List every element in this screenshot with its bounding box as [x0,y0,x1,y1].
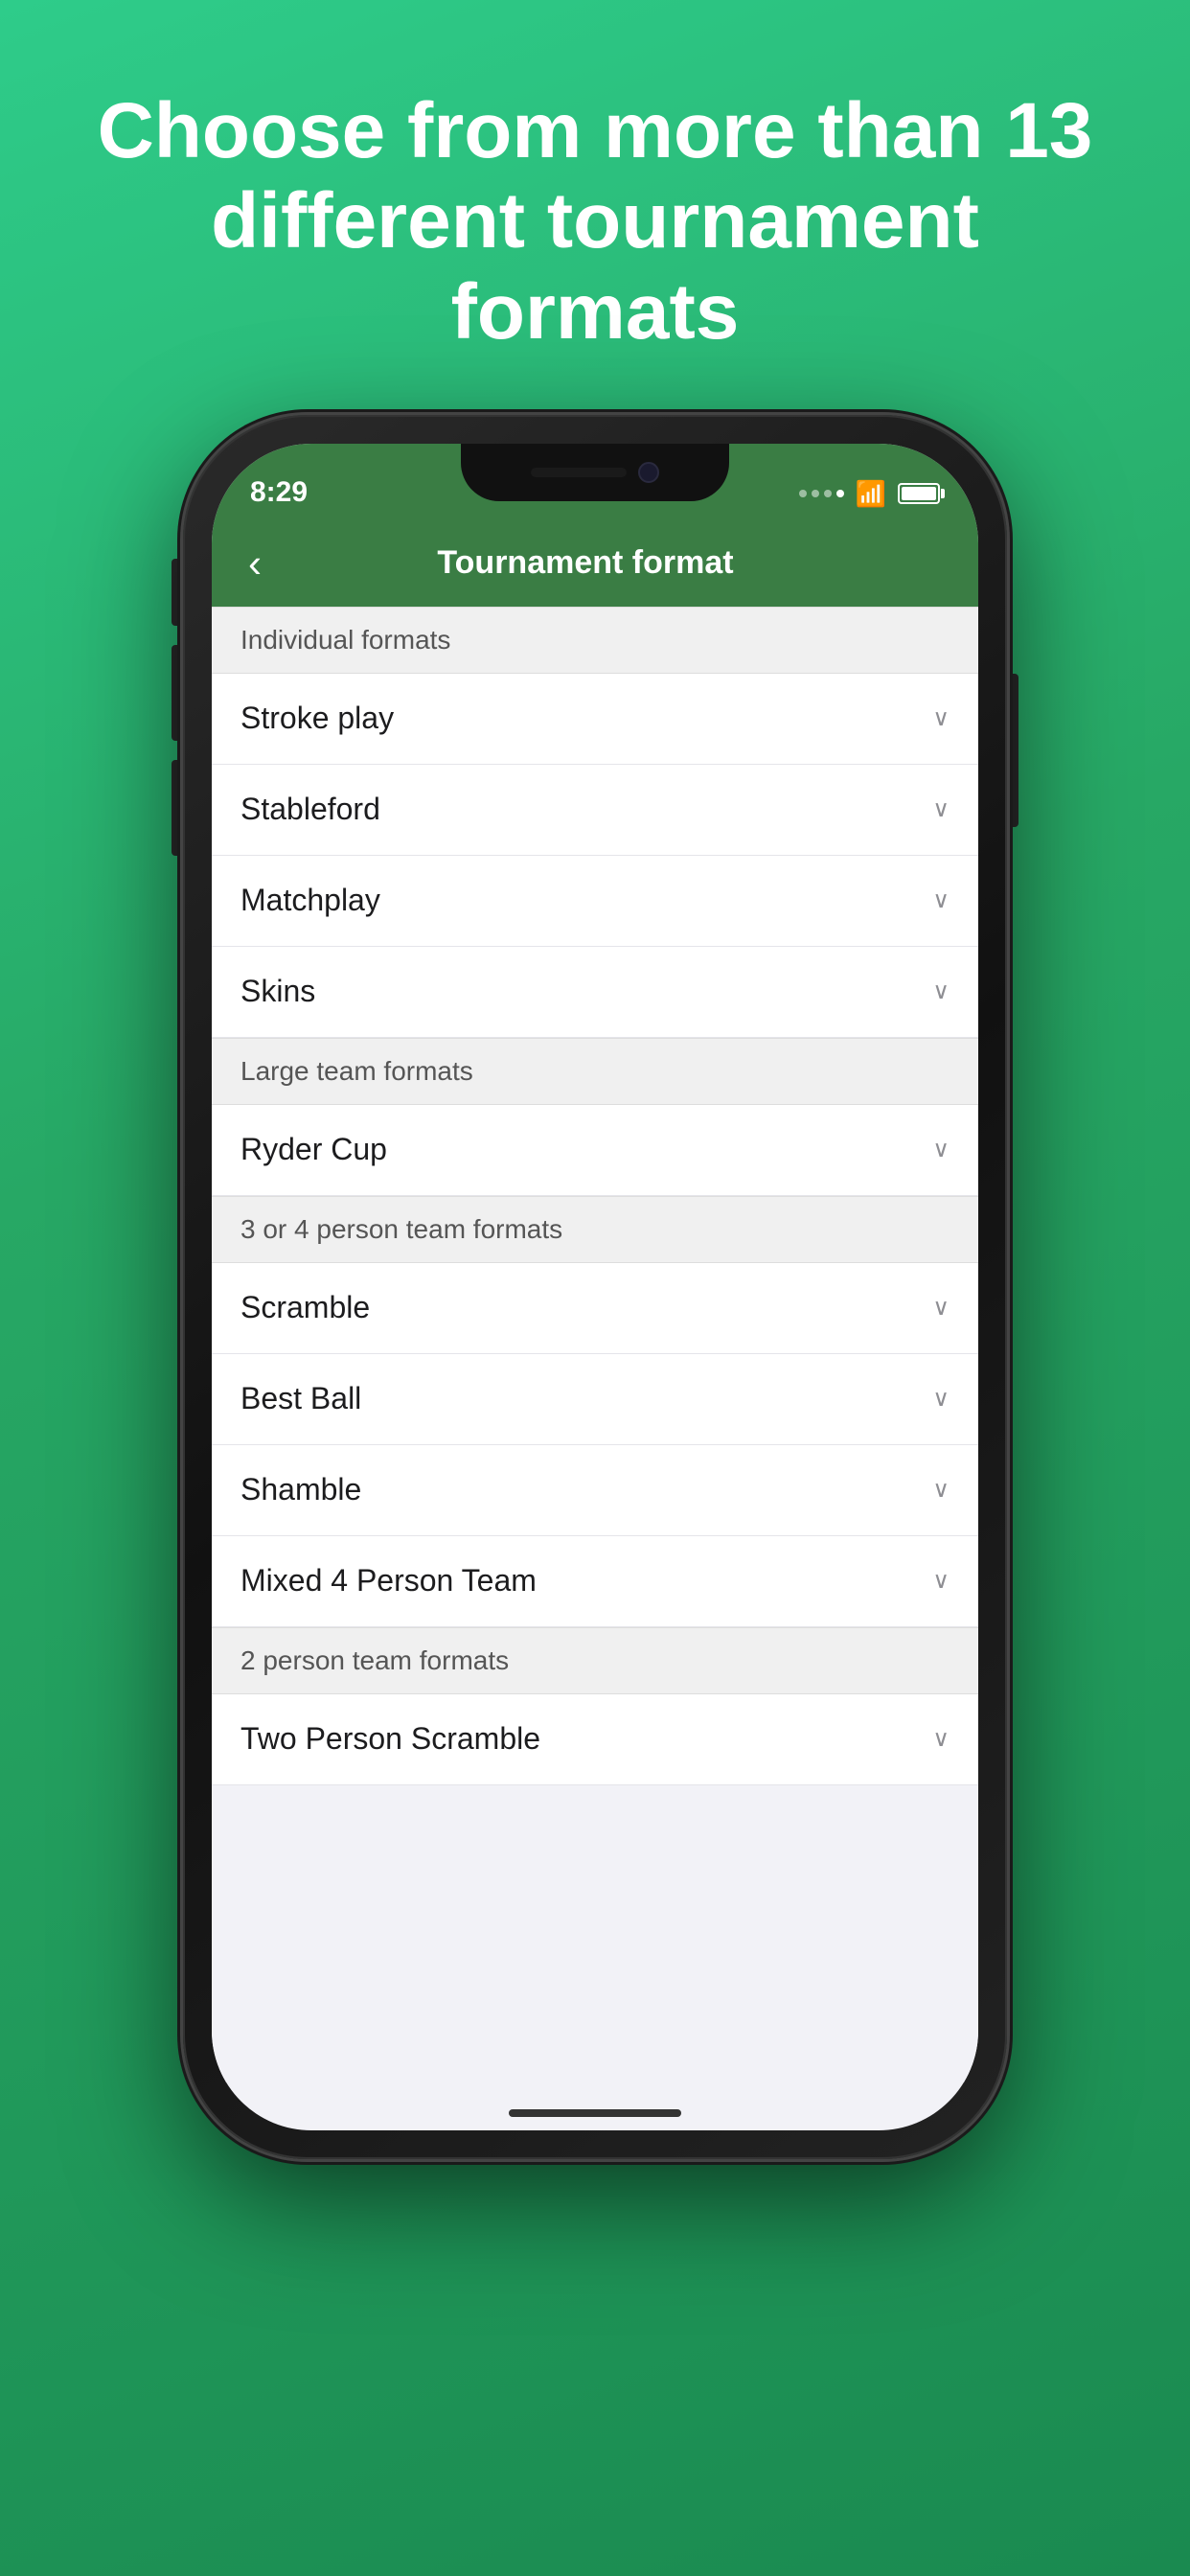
battery-fill [902,487,936,500]
list-item[interactable]: Stableford ∨ [212,765,978,856]
silent-button [172,559,179,626]
list-item[interactable]: Best Ball ∨ [212,1354,978,1445]
chevron-down-icon: ∨ [932,1294,950,1322]
status-icons: 📶 [799,479,940,509]
content-area: Individual formatsStroke play∨Stableford… [212,607,978,2082]
battery-icon [898,483,940,504]
list-item-label: Shamble [240,1472,361,1507]
volume-up-button [172,645,179,741]
list-item[interactable]: Skins ∨ [212,947,978,1038]
phone-shell: 8:29 📶 ‹ Tournament form [183,415,1007,2159]
list-item[interactable]: Ryder Cup ∨ [212,1105,978,1196]
list-item-label: Skins [240,974,315,1009]
signal-dots [799,490,844,497]
volume-down-button [172,760,179,856]
hero-title: Choose from more than 13 different tourn… [0,0,1190,415]
chevron-down-icon: ∨ [932,1567,950,1595]
chevron-down-icon: ∨ [932,1725,950,1753]
chevron-down-icon: ∨ [932,978,950,1005]
list-item[interactable]: Two Person Scramble ∨ [212,1694,978,1785]
list-item[interactable]: Stroke play ∨ [212,674,978,765]
list-item-label: Stroke play [240,701,394,736]
chevron-down-icon: ∨ [932,1385,950,1413]
section-header-2: 3 or 4 person team formats [212,1196,978,1263]
list-item[interactable]: Scramble ∨ [212,1263,978,1354]
chevron-down-icon: ∨ [932,795,950,823]
hero-section: Choose from more than 13 different tourn… [0,0,1190,415]
dot-2 [812,490,819,497]
power-button [1011,674,1018,827]
section-header-1: Large team formats [212,1038,978,1105]
list-item-label: Stableford [240,792,380,827]
camera [638,462,659,483]
list-item-label: Mixed 4 Person Team [240,1563,537,1598]
nav-title: Tournament format [269,544,902,582]
section-header-3: 2 person team formats [212,1627,978,1694]
notch [461,444,729,501]
list-item-label: Scramble [240,1290,370,1325]
list-item-label: Best Ball [240,1381,361,1416]
list-item[interactable]: Shamble ∨ [212,1445,978,1536]
home-indicator [509,2109,681,2117]
dot-4 [836,490,844,497]
phone-screen: 8:29 📶 ‹ Tournament form [212,444,978,2130]
chevron-down-icon: ∨ [932,1136,950,1163]
section-header-0: Individual formats [212,607,978,674]
list-item-label: Matchplay [240,883,380,918]
wifi-icon: 📶 [856,479,886,509]
dot-1 [799,490,807,497]
status-time: 8:29 [250,476,308,509]
back-button[interactable]: ‹ [240,533,269,594]
nav-bar: ‹ Tournament format [212,520,978,607]
list-item[interactable]: Matchplay ∨ [212,856,978,947]
chevron-down-icon: ∨ [932,886,950,914]
chevron-down-icon: ∨ [932,1476,950,1504]
list-item-label: Ryder Cup [240,1132,387,1167]
list-item[interactable]: Mixed 4 Person Team ∨ [212,1536,978,1627]
chevron-down-icon: ∨ [932,704,950,732]
phone-mockup: 8:29 📶 ‹ Tournament form [183,415,1007,2159]
speaker [531,468,627,477]
dot-3 [824,490,832,497]
list-item-label: Two Person Scramble [240,1721,540,1757]
